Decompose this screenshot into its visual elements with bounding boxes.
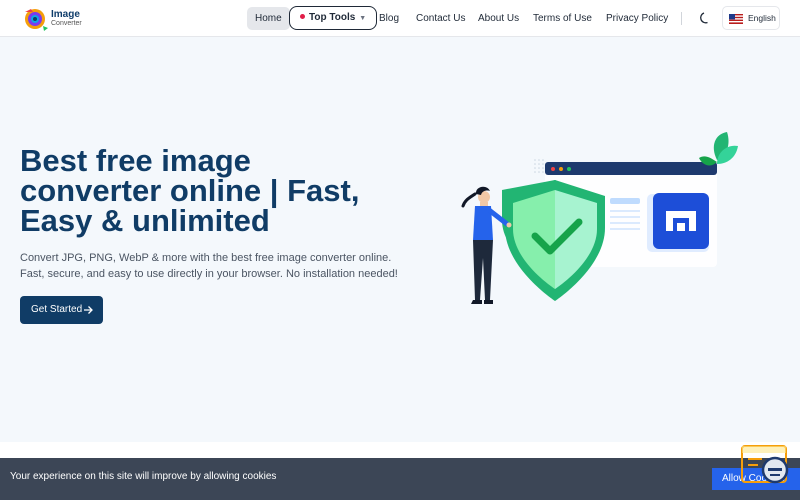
nav-top-tools[interactable]: Top Tools ▼ bbox=[289, 6, 378, 30]
logo-subtitle: Converter bbox=[51, 20, 82, 27]
cookie-message: Your experience on this site will improv… bbox=[10, 471, 277, 482]
hero-description: Convert JPG, PNG, WebP & more with the b… bbox=[20, 252, 398, 280]
hero-title: Best free image converter online | Fast,… bbox=[20, 143, 360, 238]
camera-logo-icon bbox=[25, 9, 48, 31]
logo-wordmark: Image Converter bbox=[51, 10, 82, 28]
moon-icon[interactable] bbox=[698, 11, 712, 25]
help-widget-icon[interactable] bbox=[740, 444, 790, 488]
nav-blog[interactable]: Blog bbox=[371, 7, 407, 30]
security-illustration bbox=[461, 132, 738, 304]
dot-grid bbox=[534, 159, 544, 173]
cookie-banner: Your experience on this site will improv… bbox=[0, 458, 800, 500]
get-started-label: Get Started bbox=[31, 304, 83, 315]
site-header: Image Converter Home Top Tools ▼ Blog Con… bbox=[0, 0, 800, 37]
section-divider bbox=[0, 442, 800, 458]
red-dot-icon bbox=[300, 13, 305, 19]
site-logo[interactable]: Image Converter bbox=[21, 6, 93, 32]
nav-privacy-policy[interactable]: Privacy Policy bbox=[598, 7, 676, 30]
nav-contact-us[interactable]: Contact Us bbox=[408, 7, 473, 30]
get-started-button[interactable]: Get Started bbox=[20, 296, 103, 324]
language-selector[interactable]: English bbox=[722, 6, 780, 30]
nav-terms-of-use[interactable]: Terms of Use bbox=[525, 7, 600, 30]
nav-top-tools-label: Top Tools bbox=[309, 12, 356, 23]
nav-home[interactable]: Home bbox=[247, 7, 290, 30]
nav-about-us[interactable]: About Us bbox=[470, 7, 527, 30]
caret-down-icon: ▼ bbox=[359, 15, 367, 22]
app-tile bbox=[653, 193, 709, 249]
arrow-right-icon bbox=[84, 306, 93, 314]
language-label: English bbox=[748, 13, 776, 23]
nav-divider bbox=[681, 12, 682, 25]
us-flag-icon bbox=[729, 14, 743, 24]
